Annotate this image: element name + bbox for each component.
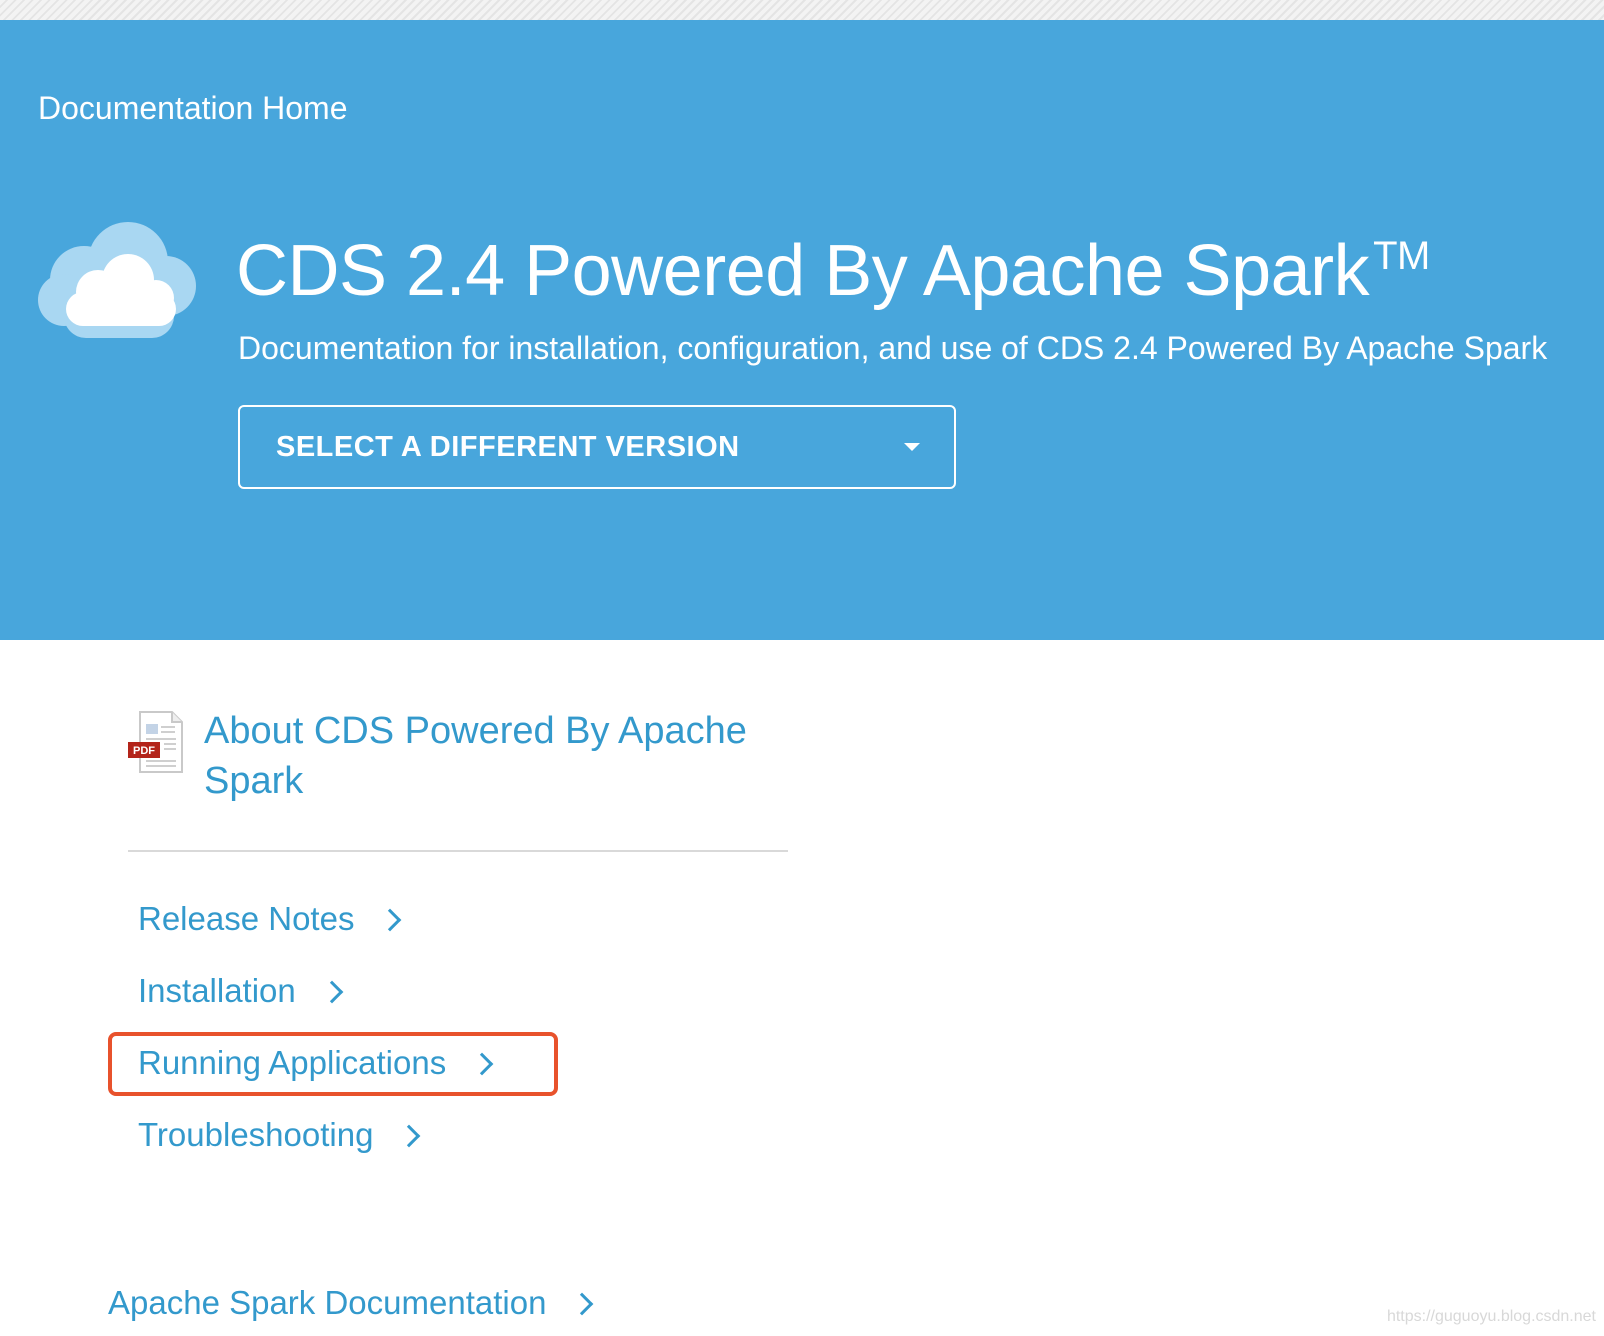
- page-subtitle: Documentation for installation, configur…: [238, 330, 1548, 366]
- nav-link-label: Release Notes: [138, 900, 355, 937]
- apache-spark-documentation-label: Apache Spark Documentation: [108, 1284, 547, 1321]
- nav-link-label: Troubleshooting: [138, 1116, 374, 1153]
- nav-link-troubleshooting[interactable]: Troubleshooting: [138, 1116, 421, 1154]
- about-cds-link[interactable]: About CDS Powered By Apache Spark: [204, 706, 794, 806]
- chevron-right-icon: [571, 1292, 594, 1316]
- page-title: CDS 2.4 Powered By Apache Spark TM: [236, 230, 1430, 312]
- page: Documentation Home CDS 2.4 Powered By Ap…: [0, 0, 1604, 1336]
- chevron-right-icon: [379, 908, 402, 932]
- hero-banner: Documentation Home CDS 2.4 Powered By Ap…: [0, 20, 1604, 640]
- top-strip: [0, 0, 1604, 20]
- pdf-icon[interactable]: PDF: [128, 710, 184, 774]
- documentation-home-link[interactable]: Documentation Home: [38, 90, 347, 127]
- nav-link-label: Running Applications: [138, 1044, 447, 1081]
- chevron-right-icon: [320, 980, 344, 1004]
- version-select-label: SELECT A DIFFERENT VERSION: [276, 431, 740, 463]
- nav-link-running-applications[interactable]: Running Applications: [138, 1044, 494, 1082]
- section-divider: [128, 850, 788, 852]
- chevron-right-icon: [470, 1052, 494, 1076]
- cloud-icon: [38, 222, 196, 338]
- caret-down-icon: [904, 443, 920, 451]
- pdf-badge-text: PDF: [133, 745, 155, 757]
- nav-link-label: Installation: [138, 972, 296, 1009]
- chevron-right-icon: [398, 1124, 421, 1148]
- nav-link-release-notes[interactable]: Release Notes: [138, 900, 402, 938]
- nav-link-installation[interactable]: Installation: [138, 972, 344, 1010]
- version-select-dropdown[interactable]: SELECT A DIFFERENT VERSION: [238, 405, 956, 489]
- page-title-text: CDS 2.4 Powered By Apache Spark: [236, 231, 1370, 311]
- trademark-symbol: TM: [1373, 234, 1430, 278]
- watermark: https://guguoyu.blog.csdn.net: [1386, 1308, 1596, 1325]
- apache-spark-documentation-link[interactable]: Apache Spark Documentation: [108, 1284, 594, 1322]
